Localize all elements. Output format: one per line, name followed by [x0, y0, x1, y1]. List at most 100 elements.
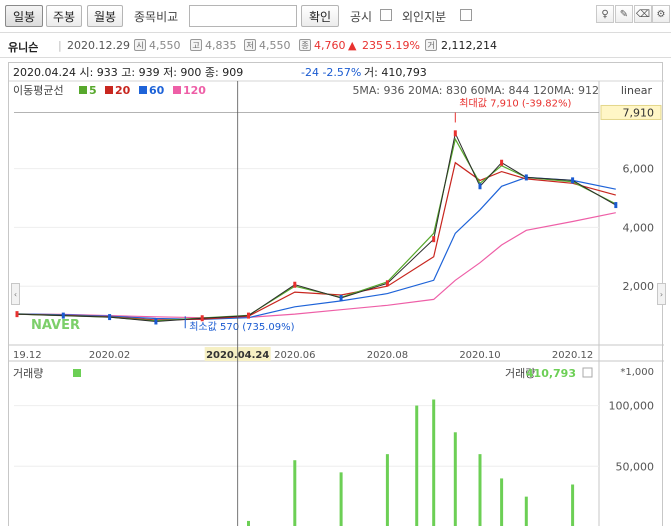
volume-bar: [247, 520, 250, 526]
ma-legend-label: 120: [183, 84, 206, 97]
low-price: 4,550: [259, 39, 291, 52]
ma-legend-label: 60: [149, 84, 165, 97]
stock-name: 유니슨: [8, 41, 39, 54]
max-annotation: 최대값 7,910 (-39.82%): [459, 97, 571, 109]
price-candle: [614, 202, 618, 209]
volume-bar: [453, 432, 457, 526]
volume-title: 거래량: [13, 367, 43, 380]
ma-legend-swatch: [139, 86, 147, 94]
volume-bar: [432, 399, 436, 526]
weekly-button[interactable]: 주봉: [46, 5, 82, 27]
quote-bar: 유니슨 | 2020.12.29 시 4,550 고 4,835 저 4,550…: [0, 32, 671, 58]
cursor-volume: 거: 410,793: [364, 66, 427, 79]
price-candle: [154, 318, 158, 325]
price-candle: [432, 236, 436, 243]
scroll-left-handle[interactable]: ‹: [11, 283, 20, 305]
quote-date: 2020.12.29: [67, 39, 130, 52]
ma20-line: [16, 161, 616, 321]
disclosure-label: 공시: [350, 10, 373, 24]
volume-readout: 410,793: [526, 367, 576, 380]
monthly-button[interactable]: 월봉: [87, 5, 123, 27]
volume-multiplier: *1,000: [620, 367, 654, 378]
max-price-tag-label: 7,910: [623, 106, 655, 119]
divider: |: [58, 39, 62, 52]
compare-label: 종목비교: [134, 10, 179, 24]
eraser-icon[interactable]: ⌫: [634, 5, 652, 23]
compare-search-input[interactable]: [189, 5, 297, 27]
high-badge: 고: [190, 39, 202, 51]
price-candle: [453, 130, 457, 137]
x-tick-label: 2020.08: [367, 350, 408, 361]
cursor-info: 2020.04.24 시: 933 고: 939 저: 900 종: 909: [13, 66, 243, 79]
ma-legend-swatch: [173, 86, 181, 94]
ma-legend-swatch: [105, 86, 113, 94]
scale-mode-label: linear: [621, 84, 653, 97]
price-candle: [293, 281, 297, 288]
volume-bar: [524, 496, 528, 526]
close-badge: 종: [299, 39, 311, 51]
daily-button[interactable]: 일봉: [5, 5, 43, 27]
price-candle: [500, 159, 504, 166]
open-badge: 시: [134, 39, 146, 51]
settings-icon[interactable]: ⚙: [652, 5, 670, 23]
price-candle: [61, 312, 65, 319]
x-tick-label: 19.12: [13, 350, 42, 361]
volume-legend-swatch: [73, 369, 81, 377]
x-tick-label: 2020.10: [459, 350, 500, 361]
confirm-button[interactable]: 확인: [301, 5, 339, 27]
price-candle: [571, 177, 575, 184]
price-candle: [15, 311, 19, 318]
volume-tick-label: 100,000: [609, 400, 655, 413]
low-badge: 저: [244, 39, 256, 51]
naver-watermark: NAVER: [31, 318, 80, 333]
min-annotation: 최소값 570 (735.09%): [189, 321, 294, 333]
price-candle: [339, 294, 343, 301]
volume-close-icon: [582, 367, 593, 378]
change-amount: 235: [362, 39, 383, 52]
foreign-share-label: 외인지분: [402, 10, 447, 24]
high-price: 4,835: [205, 39, 237, 52]
volume-bar: [385, 454, 389, 526]
ma60-line: [16, 176, 616, 321]
x-tick-label: 2020.12: [552, 350, 593, 361]
volume-bar: [339, 472, 343, 526]
price-candle: [108, 314, 112, 321]
x-tick-label: 2020.06: [274, 350, 315, 361]
volume-value: 2,112,214: [441, 39, 497, 52]
open-price: 4,550: [149, 39, 181, 52]
ma-legend-label: 20: [115, 84, 131, 97]
volume-tick-label: 50,000: [616, 460, 655, 473]
up-arrow-icon: ▲: [348, 39, 357, 52]
volume-bar: [478, 454, 482, 526]
ma120-line: [16, 212, 616, 319]
foreign-share-checkbox[interactable]: [460, 9, 472, 21]
trophy-icon[interactable]: ♀: [596, 5, 614, 23]
price-candle: [385, 280, 389, 287]
pencil-icon[interactable]: ✎: [615, 5, 633, 23]
price-volume-chart[interactable]: 2020.04.24 시: 933 고: 939 저: 900 종: 909 -2…: [9, 63, 664, 526]
toolbar: 일봉 주봉 월봉 종목비교 확인 공시 외인지분 ♀ ✎ ⌫ ⚙: [0, 0, 671, 32]
price-tick-label: 2,000: [623, 280, 655, 293]
volume-badge: 거: [425, 39, 437, 51]
volume-bar: [293, 460, 297, 526]
price-candle: [524, 174, 528, 181]
price-candle: [200, 315, 204, 322]
price-candle: [247, 312, 250, 319]
close-price: 4,760: [314, 39, 346, 52]
volume-bar: [500, 478, 504, 526]
x-tick-label: 2020.02: [89, 350, 130, 361]
price-candle: [478, 183, 482, 190]
ma-values-readout: 5MA: 936 20MA: 830 60MA: 844 120MA: 912: [352, 84, 599, 97]
scroll-right-handle[interactable]: ›: [657, 283, 666, 305]
ma-legend-label: 5: [89, 84, 97, 97]
disclosure-checkbox[interactable]: [380, 9, 392, 21]
ma-legend-title: 이동평균선: [13, 84, 64, 97]
cursor-change: -24 -2.57%: [301, 66, 361, 79]
price-tick-label: 4,000: [623, 221, 655, 234]
volume-bar: [415, 405, 419, 526]
volume-bar: [571, 484, 575, 526]
change-percent: 5.19%: [385, 39, 420, 52]
ma-legend-swatch: [79, 86, 87, 94]
chart-frame[interactable]: 2020.04.24 시: 933 고: 939 저: 900 종: 909 -2…: [8, 62, 664, 526]
price-tick-label: 6,000: [623, 163, 655, 176]
